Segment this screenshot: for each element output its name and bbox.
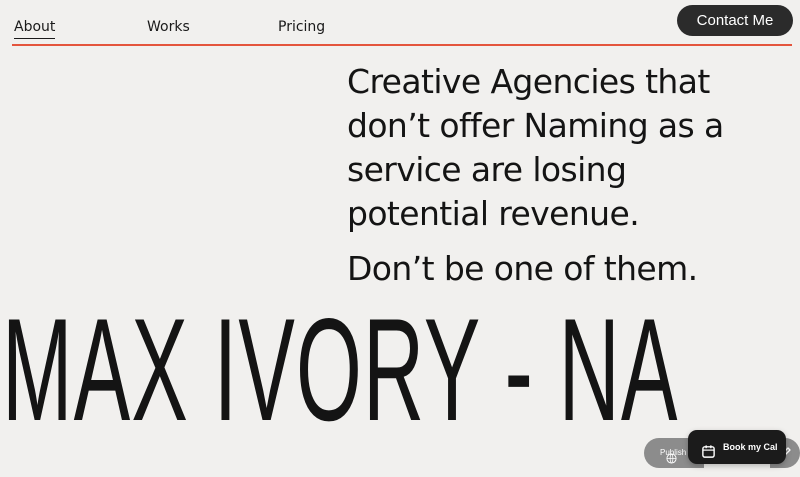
book-my-cal-label: Book my Cal (723, 442, 778, 452)
hero-headline: Creative Agencies that don’t offer Namin… (347, 60, 787, 236)
top-navigation: About Works Pricing Contact Me (0, 0, 800, 46)
nav-link-about[interactable]: About (14, 19, 56, 39)
book-my-cal-button[interactable]: Book my Cal (688, 430, 786, 464)
globe-icon (650, 447, 677, 477)
headline-line: service are losing (347, 150, 627, 189)
headline-line: Creative Agencies that (347, 62, 710, 101)
marquee-text: MAX IVORY - NA (2, 300, 679, 440)
calendar-icon (701, 439, 716, 473)
headline-line: don’t offer Naming as a (347, 106, 724, 145)
hero-subhead: Don’t be one of them. (347, 249, 698, 288)
nav-link-pricing[interactable]: Pricing (278, 19, 325, 35)
nav-divider (12, 44, 792, 46)
nav-link-works[interactable]: Works (147, 19, 190, 35)
headline-line: potential revenue. (347, 194, 640, 233)
name-marquee: MAX IVORY - NA (0, 300, 800, 440)
contact-me-button[interactable]: Contact Me (677, 5, 793, 36)
